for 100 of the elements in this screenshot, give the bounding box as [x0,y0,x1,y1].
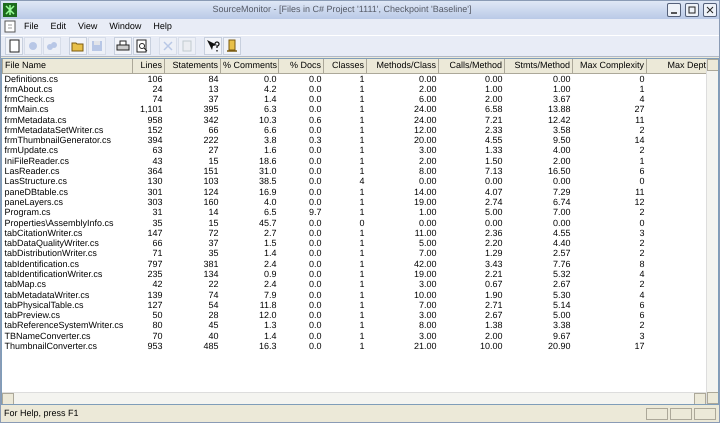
printer-icon [116,39,130,53]
table-cell-text: 9.50 [552,134,572,146]
table-cell-text: 7.9 [262,289,278,300]
table-cell-text: 395 [202,104,220,114]
column-header[interactable]: Methods/Class [366,59,438,73]
menu-item[interactable]: Edit [46,20,70,34]
table-cell-text: 15 [207,217,220,228]
table-cell-text: 72 [207,228,220,238]
table-cell-text: paneLayers.cs [4,196,64,208]
document-icon [4,20,16,34]
table-cell-text: 35 [151,217,164,228]
table-cell-text: TBNameConverter.cs [4,330,92,341]
menu-item[interactable]: Help [149,20,176,34]
column-header[interactable]: Max Complexity [572,59,646,73]
table-cell-text: 147 [146,228,164,238]
table-cell-text: 8.00 [418,166,438,176]
table-cell-text: 0.0 [308,124,322,135]
table-cell-text: tabIdentification.cs [4,258,80,269]
table-cell-text: 45.7 [258,217,278,228]
table-cell-text: 342 [202,114,220,125]
table-cell-text: 11.00 [414,228,438,238]
table-cell-text: 130 [146,176,164,186]
table-cell-text: 3.38 [552,320,572,331]
table-cell-text: 797 [146,258,164,269]
maximize-icon [688,6,696,14]
toolbar-button[interactable] [114,37,132,55]
table-cell-text: 27 [207,145,220,156]
table-cell-text: 0.0 [308,320,322,331]
table-cell-text: 63 [151,145,164,156]
table-cell-text: 12 [633,196,646,208]
toolbar-button[interactable] [5,37,23,55]
close-button[interactable] [703,3,717,17]
table-cell: 1 [324,73,366,84]
table-cell-text: 1.00 [418,207,438,218]
column-header[interactable]: % Comments [220,59,278,73]
door-icon [225,39,239,53]
table-cell-text: 28 [207,310,220,320]
table-cell-text: 2.67 [552,279,572,290]
toolbar-button[interactable] [133,37,151,55]
table-cell-text: 1 [358,258,366,269]
table-cell-text: 301 [146,186,164,197]
table-cell: Definitions.cs [2,73,132,84]
table-cell-text: 0 [358,217,366,228]
table-cell-text: tabMetadataWriter.cs [4,289,90,300]
close-icon [706,6,714,14]
table-cell-text: 0.67 [484,279,504,290]
table-cell-text: 0.0 [308,268,322,280]
table-cell-text: 19.00 [412,268,438,280]
table-cell-text: 1 [358,310,366,320]
table-cell-text: 0.00 [484,176,504,186]
toolbar-button[interactable] [204,37,222,55]
table-cell-text: 3.00 [418,145,438,156]
table-cell-text: 3.00 [418,330,438,341]
table-cell-text: 7.13 [484,166,504,176]
table-cell-text: 0.0 [308,228,322,238]
table-cell-text: 6.6 [262,124,278,135]
table-cell-text: 1 [358,145,366,156]
table-cell-text: ThumbnailConverter.cs [4,340,98,352]
column-header[interactable]: File Name [2,59,132,73]
table-cell-text: 74 [207,289,220,300]
table-cell-text: 24.00 [412,114,438,125]
table-cell-text: 71 [151,248,164,259]
table-cell-text: 1.3 [262,320,278,331]
table-cell-text: 0.0 [308,279,322,290]
menu-item[interactable]: File [20,20,43,34]
table-cell-text: 0 [638,176,646,186]
menu-item[interactable]: Window [105,20,146,34]
table-cell-text: 6.00 [418,94,438,104]
table-cell-text: 127 [146,300,164,310]
column-header[interactable]: Statements [164,59,220,73]
table-cell-text: 0.0 [308,166,322,176]
column-header[interactable]: Lines [132,59,164,73]
table-cell-text: 1.29 [484,248,504,259]
table-cell-text: 2.20 [484,238,504,248]
table-cell-text: 16.50 [546,166,572,176]
table-cell-text: 0.00 [418,217,438,228]
column-header[interactable]: % Docs [278,59,324,73]
table-cell-text: 0.0 [308,196,322,208]
table-cell-text: 0.3 [308,134,322,146]
table-cell-text: 4 [638,94,646,104]
minimize-button[interactable] [667,3,681,17]
column-header[interactable]: Calls/Method [438,59,504,73]
table-cell-text: 1.33 [484,145,504,156]
table-cell-text: 1 [358,94,366,104]
table-cell-text: 5.00 [418,238,438,248]
menu-item[interactable]: View [74,20,102,34]
table-cell-text: 1 [358,238,366,248]
table-cell-text: 1 [358,320,366,331]
column-header[interactable]: Stmts/Method [504,59,572,73]
table-cell-text: 1.4 [262,94,278,104]
table-cell-text: 6.5 [262,207,278,218]
table-cell: 0.00 [504,73,572,84]
table-cell-text: 14 [633,134,646,146]
table-cell-text: 54 [207,300,220,310]
column-header[interactable]: Max Dept [646,59,706,73]
table-cell-text: 6 [638,310,646,320]
column-header[interactable]: Classes [324,59,366,73]
maximize-button[interactable] [685,3,699,17]
table-cell-text: 66 [151,238,164,248]
status-pane [670,408,692,420]
